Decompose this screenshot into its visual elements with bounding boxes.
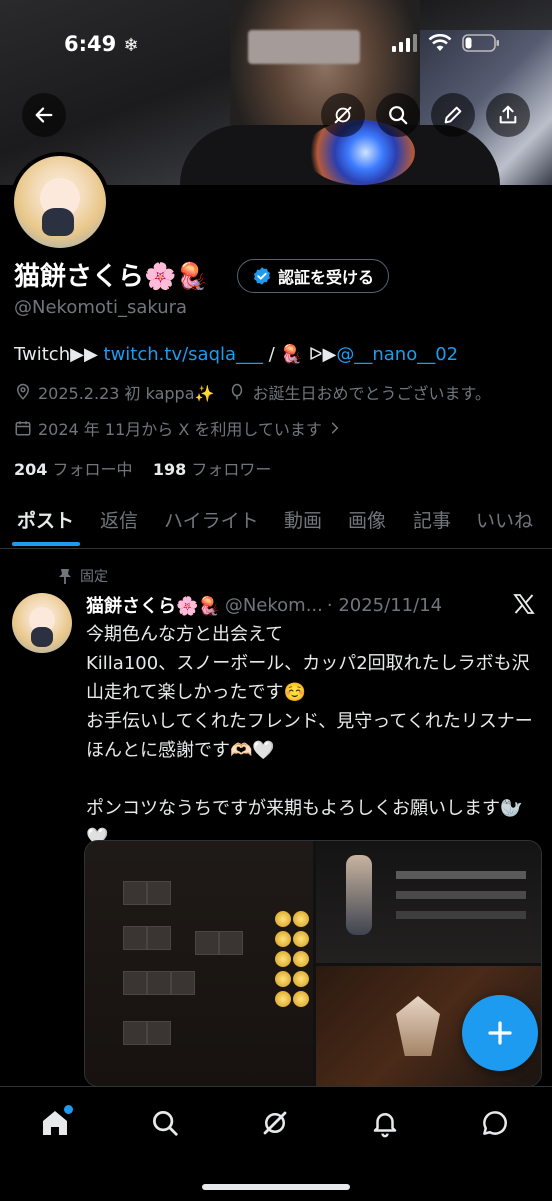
profile-joined: 2024 年 11月から X を利用しています	[38, 420, 322, 439]
wifi-icon	[428, 34, 452, 51]
compose-button[interactable]	[462, 995, 538, 1071]
back-button[interactable]	[22, 93, 66, 137]
get-verified-button[interactable]: 認証を受ける	[237, 259, 390, 293]
profile-handle: @Nekomoti_sakura	[14, 297, 188, 318]
post-author-avatar[interactable]	[12, 593, 72, 653]
profile-avatar[interactable]	[10, 152, 110, 252]
edit-button[interactable]	[431, 93, 475, 137]
grok-icon	[334, 106, 352, 124]
grok-button[interactable]	[321, 93, 365, 137]
status-time: 6:49 ❄	[64, 32, 139, 56]
pin-icon	[59, 569, 71, 584]
post-date[interactable]: · 2025/11/14	[327, 595, 442, 616]
following-label: フォロー中	[52, 460, 133, 479]
post-author-handle[interactable]: @Nekom...	[225, 595, 323, 616]
bell-icon	[373, 1113, 397, 1138]
profile-meta-row: 2025.2.23 初 kappa✨ お誕生日おめでとうございます。	[14, 380, 491, 404]
get-verified-label: 認証を受ける	[278, 268, 375, 287]
search-icon	[153, 1111, 178, 1136]
share-button[interactable]	[486, 93, 530, 137]
profile-location: 2025.2.23 初 kappa✨	[38, 384, 215, 403]
home-indicator	[202, 1184, 350, 1190]
post-header: 猫餅さくら🌸🪼 @Nekom... · 2025/11/14	[86, 592, 442, 618]
location-icon	[16, 383, 30, 400]
bio-separator: / 🪼 ᐅ▶︎	[263, 344, 337, 365]
bio-twitch-link[interactable]: twitch.tv/saqla___	[104, 344, 264, 365]
post-body: 今期色んな方と出会えて Killa100、スノーボール、カッパ2回取れたしラボも…	[86, 620, 536, 852]
following-link[interactable]: 204 フォロー中	[14, 460, 133, 479]
post-avatar-cat	[31, 627, 53, 647]
tab-photos[interactable]: 画像	[348, 506, 386, 533]
profile-birthday: お誕生日おめでとうございます。	[252, 384, 491, 403]
battery-icon	[462, 34, 499, 52]
tab-videos[interactable]: 動画	[284, 506, 322, 533]
profile-name: 猫餅さくら🌸🪼	[14, 262, 209, 292]
post-line	[86, 765, 536, 794]
back-arrow-icon	[35, 107, 53, 123]
post-line: お手伝いしてくれたフレンド、見守ってくれたリスナーほんとに感謝です🫶🏻🤍	[86, 711, 533, 761]
nav-notifications[interactable]	[365, 1103, 405, 1143]
tab-likes[interactable]: いいね	[476, 506, 533, 533]
bio-mention-link[interactable]: @__nano__02	[336, 344, 458, 365]
post-media-image-1[interactable]	[85, 841, 313, 1086]
pinned-indicator: 固定	[58, 566, 108, 586]
profile-bio: Twitch▶︎▶︎ twitch.tv/saqla___ / 🪼 ᐅ▶︎@__…	[14, 344, 458, 365]
grok-icon	[263, 1111, 287, 1135]
following-count: 204	[14, 460, 48, 479]
status-icons	[392, 34, 500, 52]
chevron-right-icon	[331, 422, 339, 434]
post-author-name[interactable]: 猫餅さくら🌸🪼	[86, 592, 221, 618]
notification-dot	[64, 1105, 73, 1114]
post-media-image-2[interactable]	[316, 841, 541, 963]
x-logo-icon[interactable]	[512, 592, 536, 620]
plus-icon	[488, 1021, 512, 1045]
message-bubble-icon	[483, 1111, 507, 1135]
post-line: 今期色んな方と出会えて	[86, 624, 284, 645]
post-line: Killa100、スノーボール、カッパ2回取れたしラボも沢山走れて楽しかったです…	[86, 653, 530, 703]
banner-censor-bar	[248, 30, 360, 64]
followers-link[interactable]: 198 フォロワー	[153, 460, 272, 479]
search-icon	[389, 106, 408, 125]
search-button[interactable]	[376, 93, 420, 137]
tab-posts[interactable]: ポスト	[17, 506, 74, 533]
signal-icon	[392, 34, 417, 52]
followers-label: フォロワー	[191, 460, 272, 479]
tab-articles[interactable]: 記事	[413, 506, 451, 533]
nav-grok[interactable]	[255, 1103, 295, 1143]
profile-tabs: ポスト 返信 ハイライト 動画 画像 記事 いいね	[0, 496, 552, 549]
nav-search[interactable]	[145, 1103, 185, 1143]
share-icon	[499, 105, 517, 124]
balloon-icon	[232, 383, 243, 400]
bio-prefix: Twitch▶︎▶︎	[14, 344, 104, 365]
calendar-icon	[15, 421, 31, 436]
tab-replies[interactable]: 返信	[100, 506, 138, 533]
tab-highlights[interactable]: ハイライト	[164, 506, 259, 533]
nav-messages[interactable]	[475, 1103, 515, 1143]
avatar-cat	[42, 208, 74, 236]
active-tab-indicator	[12, 542, 80, 546]
follow-stats: 204 フォロー中 198 フォロワー	[14, 456, 271, 480]
profile-joined-row[interactable]: 2024 年 11月から X を利用しています	[14, 416, 342, 440]
verified-badge-icon	[254, 267, 270, 285]
followers-count: 198	[152, 460, 187, 479]
nav-home[interactable]	[35, 1103, 75, 1143]
pinned-label: 固定	[80, 569, 108, 585]
pencil-icon	[444, 106, 462, 124]
